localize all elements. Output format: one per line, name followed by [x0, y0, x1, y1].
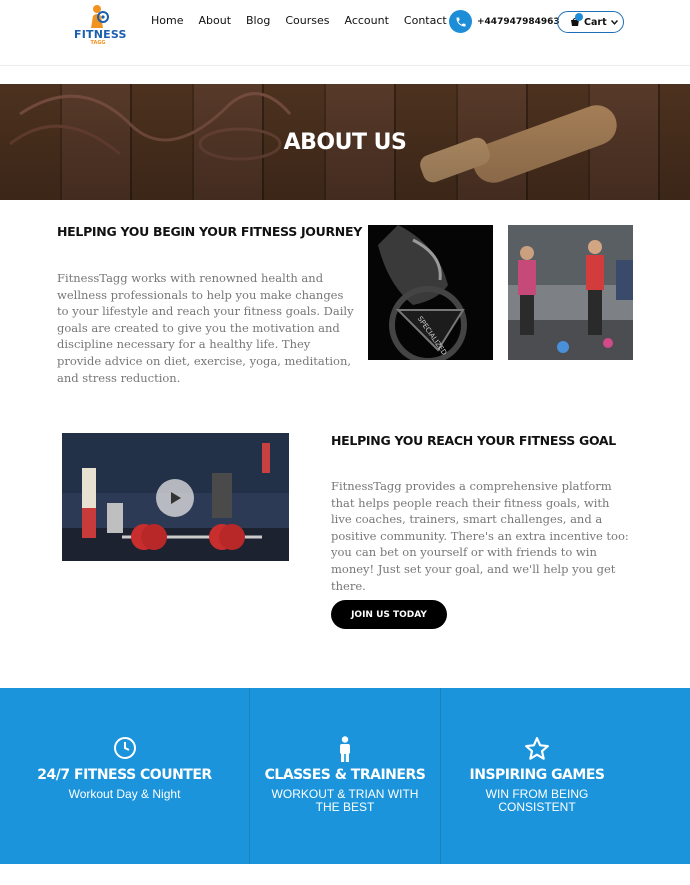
- section-heading-journey: HELPING YOU BEGIN YOUR FITNESS JOURNEY: [57, 224, 362, 239]
- video-thumbnail[interactable]: [62, 433, 289, 561]
- feature-title: 24/7 FITNESS COUNTER: [37, 767, 212, 783]
- feature-subtitle: WORKOUT & TRIAN WITH THE BEST: [271, 787, 419, 814]
- feature-subtitle: Workout Day & Night: [68, 787, 181, 801]
- nav-item-courses[interactable]: Courses: [285, 14, 329, 27]
- play-icon: [171, 492, 181, 504]
- nav-item-account[interactable]: Account: [344, 14, 388, 27]
- cyclist-photo: SPECIALIZED: [368, 225, 493, 360]
- phone-link[interactable]: +447947984963: [449, 10, 560, 33]
- play-button[interactable]: [156, 479, 194, 517]
- nav-item-blog[interactable]: Blog: [246, 14, 270, 27]
- site-header: FITNESS TAGG Home About Blog Courses Acc…: [0, 0, 690, 66]
- cart-count-badge: [575, 13, 583, 21]
- feature-title: INSPIRING GAMES: [469, 767, 605, 783]
- person-icon: [340, 736, 350, 762]
- feature-item-games: INSPIRING GAMES WIN FROM BEING CONSISTEN…: [441, 688, 633, 864]
- chevron-down-icon: [610, 19, 618, 25]
- logo-figure-icon: [91, 5, 109, 28]
- page-title: ABOUT US: [283, 130, 407, 155]
- logo[interactable]: FITNESS TAGG: [74, 2, 126, 46]
- join-us-button[interactable]: JOIN US TODAY: [331, 600, 447, 629]
- phone-number: +447947984963: [477, 16, 560, 27]
- features-band: 24/7 FITNESS COUNTER Workout Day & Night…: [0, 688, 690, 864]
- phone-icon: [449, 10, 472, 33]
- logo-subtext: TAGG: [90, 40, 106, 46]
- main-nav: Home About Blog Courses Account Contact: [151, 14, 462, 27]
- nav-item-about[interactable]: About: [198, 14, 231, 27]
- feature-title: CLASSES & TRAINERS: [264, 767, 426, 783]
- cart-label: Cart: [584, 16, 607, 28]
- feature-item-counter: 24/7 FITNESS COUNTER Workout Day & Night: [0, 688, 249, 864]
- group-training-photo: [508, 225, 633, 360]
- section-body-journey: FitnessTagg works with renowned health a…: [57, 271, 354, 385]
- page-hero: ABOUT US: [0, 84, 690, 200]
- cart-button[interactable]: Cart: [557, 11, 624, 33]
- section-heading-goal: HELPING YOU REACH YOUR FITNESS GOAL: [331, 433, 616, 448]
- clock-icon: [113, 737, 136, 759]
- nav-item-contact[interactable]: Contact: [404, 14, 447, 27]
- nav-item-home[interactable]: Home: [151, 14, 183, 27]
- section-body-goal: FitnessTagg provides a comprehensive pla…: [331, 479, 629, 593]
- star-icon: [525, 737, 549, 760]
- feature-item-trainers: CLASSES & TRAINERS WORKOUT & TRIAN WITH …: [250, 688, 440, 864]
- feature-subtitle: WIN FROM BEING CONSISTENT: [485, 787, 589, 814]
